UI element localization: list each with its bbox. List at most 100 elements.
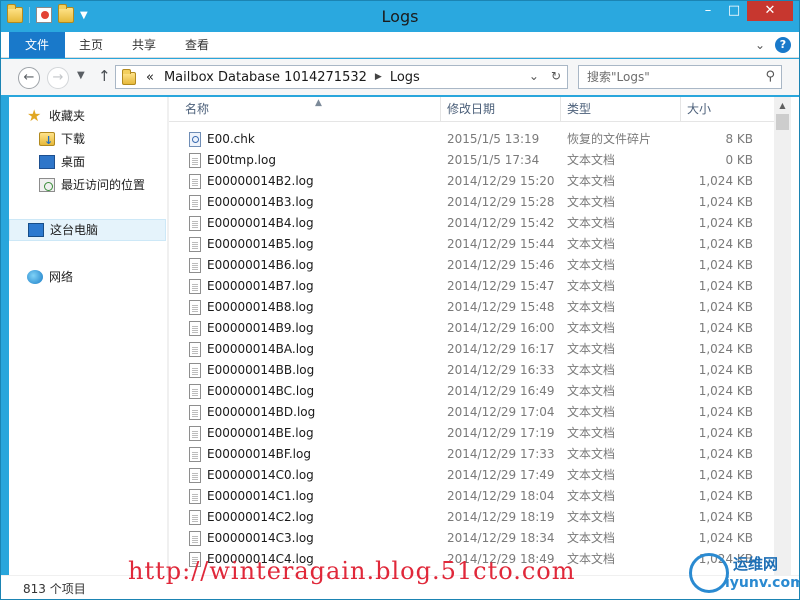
file-modified-date: 2014/12/29 15:44 xyxy=(447,237,555,251)
file-list: ▲ 名称 修改日期 类型 大小 E00.chk 2015/1/5 13:19 恢复的… xyxy=(169,97,774,575)
file-modified-date: 2014/12/29 17:19 xyxy=(447,426,555,440)
file-size: 1,024 KB xyxy=(698,216,753,230)
file-name: E00000014B5.log xyxy=(207,237,314,251)
tab-share[interactable]: 共享 xyxy=(120,32,168,58)
file-row[interactable]: E00tmp.log 2015/1/5 17:34 文本文档 0 KB xyxy=(169,150,774,171)
desktop-icon xyxy=(39,155,55,169)
file-row[interactable]: E00000014B9.log 2014/12/29 16:00 文本文档 1,024… xyxy=(169,318,774,339)
file-name: E00000014BA.log xyxy=(207,342,314,356)
file-row[interactable]: E00000014BA.log 2014/12/29 16:17 文本文档 1,024… xyxy=(169,339,774,360)
text-file-icon xyxy=(189,216,201,231)
watermark-logo-cn: 运维网 xyxy=(733,555,779,573)
file-type: 文本文档 xyxy=(567,216,616,230)
file-row[interactable]: E00000014BF.log 2014/12/29 17:33 文本文档 1,024… xyxy=(169,444,774,465)
recent-locations-chevron-icon[interactable]: ▼ xyxy=(77,70,85,81)
column-header-name[interactable]: ▲ 名称 xyxy=(179,97,441,122)
file-row[interactable]: E00000014BB.log 2014/12/29 16:33 文本文档 1,024… xyxy=(169,360,774,381)
nav-favorites[interactable]: ★ 收藏夹 xyxy=(27,105,85,127)
help-icon[interactable]: ? xyxy=(775,37,791,53)
ribbon-right-controls: ⌄ ? xyxy=(755,37,791,53)
file-size: 1,024 KB xyxy=(698,195,753,209)
file-type: 文本文档 xyxy=(567,174,616,188)
text-file-icon xyxy=(189,300,201,315)
file-size: 1,024 KB xyxy=(698,258,753,272)
file-type: 恢复的文件碎片 xyxy=(567,132,652,146)
file-size: 1,024 KB xyxy=(698,363,753,377)
file-modified-date: 2015/1/5 17:34 xyxy=(447,153,540,167)
file-row[interactable]: E00000014C0.log 2014/12/29 17:49 文本文档 1,024… xyxy=(169,465,774,486)
watermark-logo-en: iyunv.com xyxy=(725,575,800,591)
file-name: E00000014BF.log xyxy=(207,447,311,461)
file-row[interactable]: E00000014BE.log 2014/12/29 17:19 文本文档 1,024… xyxy=(169,423,774,444)
file-name: E00000014B2.log xyxy=(207,174,314,188)
window-right-edge xyxy=(791,97,799,575)
file-row[interactable]: E00000014C2.log 2014/12/29 18:19 文本文档 1,024… xyxy=(169,507,774,528)
nav-downloads[interactable]: 下载 xyxy=(39,128,85,152)
nav-favorites-label: 收藏夹 xyxy=(49,109,86,123)
file-name: E00000014BE.log xyxy=(207,426,314,440)
breadcrumb-item-mailbox-database[interactable]: Mailbox Database 1014271532 xyxy=(164,70,367,85)
text-file-icon xyxy=(189,258,201,273)
address-history-chevron-icon[interactable]: ⌄ xyxy=(529,69,539,83)
file-row[interactable]: E00000014BD.log 2014/12/29 17:04 文本文档 1,024… xyxy=(169,402,774,423)
file-row[interactable]: E00000014B6.log 2014/12/29 15:46 文本文档 1,024… xyxy=(169,255,774,276)
forward-button[interactable]: → xyxy=(47,67,69,89)
file-row[interactable]: E00000014B5.log 2014/12/29 15:44 文本文档 1,024… xyxy=(169,234,774,255)
minimize-button[interactable]: – xyxy=(695,1,721,21)
chk-file-icon xyxy=(189,132,201,147)
back-button[interactable]: ← xyxy=(18,67,40,89)
nav-recent-places[interactable]: 最近访问的位置 xyxy=(39,174,145,196)
column-header-date-label: 修改日期 xyxy=(447,102,496,116)
file-name: E00000014B7.log xyxy=(207,279,314,293)
file-row[interactable]: E00000014B2.log 2014/12/29 15:20 文本文档 1,024… xyxy=(169,171,774,192)
scroll-up-icon[interactable]: ▲ xyxy=(774,97,791,114)
computer-icon xyxy=(28,223,44,237)
nav-network[interactable]: 网络 xyxy=(27,266,73,288)
breadcrumb-overflow[interactable]: « xyxy=(146,70,154,85)
breadcrumb-item-logs[interactable]: Logs xyxy=(390,70,420,85)
maximize-button[interactable]: □ xyxy=(721,1,747,21)
text-file-icon xyxy=(189,489,201,504)
window-controls: – □ ✕ xyxy=(695,1,793,21)
column-header-size[interactable]: 大小 xyxy=(681,97,761,122)
file-row[interactable]: E00000014B8.log 2014/12/29 15:48 文本文档 1,024… xyxy=(169,297,774,318)
breadcrumb-separator-icon[interactable]: ▶ xyxy=(375,72,382,82)
file-row[interactable]: E00000014C1.log 2014/12/29 18:04 文本文档 1,024… xyxy=(169,486,774,507)
file-size: 1,024 KB xyxy=(698,405,753,419)
file-modified-date: 2014/12/29 15:28 xyxy=(447,195,555,209)
file-modified-date: 2014/12/29 17:04 xyxy=(447,405,555,419)
search-icon[interactable]: ⚲ xyxy=(765,66,775,88)
file-modified-date: 2014/12/29 18:19 xyxy=(447,510,555,524)
address-bar[interactable]: « Mailbox Database 1014271532 ▶ Logs ⌄ ↻ xyxy=(115,65,568,89)
up-button[interactable]: ↑ xyxy=(98,67,111,85)
file-row[interactable]: E00000014B7.log 2014/12/29 15:47 文本文档 1,024… xyxy=(169,276,774,297)
file-name: E00000014C2.log xyxy=(207,510,314,524)
tab-file[interactable]: 文件 xyxy=(9,32,65,58)
file-row[interactable]: E00000014B4.log 2014/12/29 15:42 文本文档 1,024… xyxy=(169,213,774,234)
column-header-type[interactable]: 类型 xyxy=(561,97,681,122)
tab-view[interactable]: 查看 xyxy=(173,32,221,58)
file-row[interactable]: E00000014C3.log 2014/12/29 18:34 文本文档 1,024… xyxy=(169,528,774,549)
vertical-scrollbar[interactable]: ▲ xyxy=(774,97,791,575)
file-type: 文本文档 xyxy=(567,447,616,461)
file-type: 文本文档 xyxy=(567,531,616,545)
scrollbar-thumb[interactable] xyxy=(776,114,789,130)
refresh-icon[interactable]: ↻ xyxy=(551,69,561,83)
file-row[interactable]: E00000014B3.log 2014/12/29 15:28 文本文档 1,024… xyxy=(169,192,774,213)
downloads-folder-icon xyxy=(39,130,55,152)
close-button[interactable]: ✕ xyxy=(747,1,793,21)
nav-this-pc[interactable]: 这台电脑 xyxy=(9,219,166,241)
text-file-icon xyxy=(189,510,201,525)
column-header-date[interactable]: 修改日期 xyxy=(441,97,561,122)
file-type: 文本文档 xyxy=(567,258,616,272)
file-type: 文本文档 xyxy=(567,468,616,482)
file-row[interactable]: E00000014BC.log 2014/12/29 16:49 文本文档 1,024… xyxy=(169,381,774,402)
search-input[interactable]: 搜索"Logs" ⚲ xyxy=(578,65,782,89)
tab-home[interactable]: 主页 xyxy=(67,32,115,58)
file-row[interactable]: E00.chk 2015/1/5 13:19 恢复的文件碎片 8 KB xyxy=(169,129,774,150)
recent-places-icon xyxy=(39,178,55,192)
file-size: 1,024 KB xyxy=(698,279,753,293)
nav-desktop[interactable]: 桌面 xyxy=(39,151,85,173)
search-placeholder: 搜索"Logs" xyxy=(587,70,650,84)
expand-ribbon-chevron-icon[interactable]: ⌄ xyxy=(755,38,765,52)
